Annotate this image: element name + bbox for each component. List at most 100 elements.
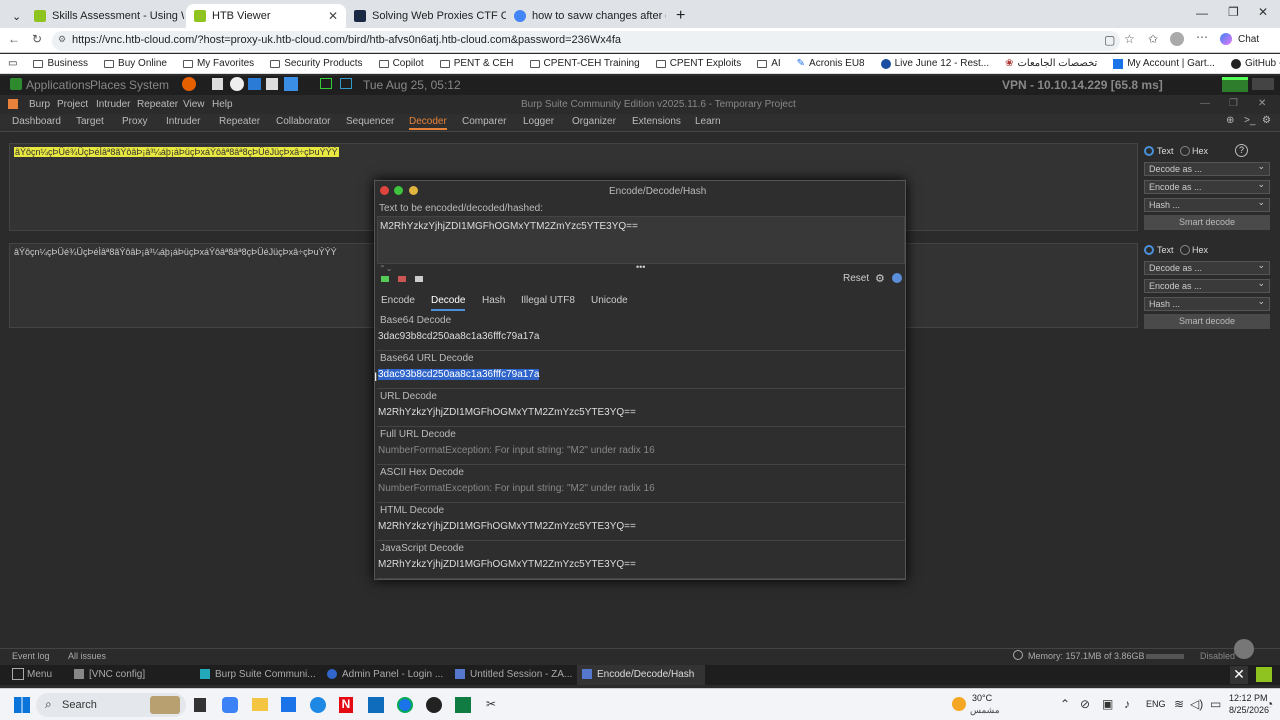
tray-icon[interactable]: ▣ [1102, 697, 1113, 711]
reset-button[interactable]: Reset [843, 273, 869, 284]
encode-as-select[interactable]: Encode as ... [1144, 278, 1270, 293]
bookmark-item[interactable]: GitHub - Sentinel9... [1223, 58, 1280, 69]
encode-as-select[interactable]: Encode as ... [1144, 179, 1270, 194]
decoder-output-text[interactable]: âÝôçn¼çÞÜé¾ÜçÞéÌâª8ãÝôâÞ¡â³¼áþ¡áÞüçÞxáÝô… [14, 247, 337, 257]
decode-result-value[interactable]: 3dac93b8cd250aa8c1a36fffc79a17a [378, 331, 539, 342]
import-icon[interactable] [381, 276, 389, 282]
taskbar-item[interactable]: [VNC config] [89, 669, 145, 680]
editor-icon[interactable] [212, 78, 223, 90]
copilot-icon[interactable] [1220, 33, 1232, 45]
all-issues-link[interactable]: All issues [68, 651, 106, 661]
chat-label[interactable]: Chat [1238, 34, 1259, 45]
bookmark-item[interactable]: Business [25, 58, 96, 69]
maximize-icon[interactable]: ❐ [1229, 98, 1238, 109]
bookmark-item[interactable]: CPENT Exploits [648, 58, 750, 69]
app-icon[interactable] [266, 78, 278, 90]
hash-select[interactable]: Hash ... [1144, 296, 1270, 311]
hex-radio[interactable] [1180, 146, 1190, 156]
minimize-icon[interactable]: — [1200, 98, 1210, 109]
vscode-icon[interactable] [248, 78, 261, 90]
bookmark-item[interactable]: CPENT-CEH Training [522, 58, 648, 69]
tab-repeater[interactable]: Repeater [219, 116, 260, 127]
gear-icon[interactable]: ⚙ [875, 272, 885, 285]
more-options-icon[interactable]: ⋯ [1196, 30, 1208, 44]
export-icon[interactable] [398, 276, 406, 282]
ai-status[interactable]: Disabled [1200, 651, 1235, 661]
decode-result-value[interactable]: M2RhYzkzYjhjZDI1MGFhOGMxYTM2ZmYzc5YTE3YQ… [378, 559, 636, 570]
new-tab-button[interactable]: + [668, 4, 688, 28]
decoder-input-text[interactable]: âÝôçn¼çÞÜé¾ÜçÞéÌâª8ãÝôâÞ¡â³¼áþ¡áÞüçÞxáÝô… [14, 147, 339, 157]
taskbar-item[interactable]: Burp Suite Communi... [215, 669, 316, 680]
floating-button[interactable] [1234, 639, 1254, 659]
clock-date[interactable]: 8/25/2026 [1229, 705, 1269, 715]
tab-dashboard[interactable]: Dashboard [12, 116, 61, 127]
decode-result-value[interactable]: M2RhYzkzYjhjZDI1MGFhOGMxYTM2ZmYzc5YTE3YQ… [378, 521, 636, 532]
tab-illegal-utf8[interactable]: Illegal UTF8 [521, 295, 575, 306]
tab-logger[interactable]: Logger [523, 116, 554, 127]
smart-decode-button[interactable]: Smart decode [1144, 215, 1270, 230]
browser-tab[interactable]: Solving Web Proxies CTF Challeng...✕ [346, 4, 506, 28]
battery-icon[interactable]: ▭ [1210, 697, 1221, 711]
tab-encode[interactable]: Encode [381, 295, 415, 306]
menu-repeater[interactable]: Repeater [137, 99, 178, 110]
decode-result-value[interactable]: M2RhYzkzYjhjZDI1MGFhOGMxYTM2ZmYzc5YTE3YQ… [378, 407, 636, 418]
reload-icon[interactable]: ↻ [32, 32, 42, 46]
menu-view[interactable]: View [183, 99, 205, 110]
tab-collaborator[interactable]: Collaborator [276, 116, 330, 127]
maximize-icon[interactable] [394, 186, 403, 195]
browser-tab-active[interactable]: HTB Viewer ✕ [186, 4, 346, 28]
bookmark-item[interactable]: AI [749, 58, 788, 69]
tab-sequencer[interactable]: Sequencer [346, 116, 394, 127]
hash-select[interactable]: Hash ... [1144, 197, 1270, 212]
windows-start-icon[interactable] [14, 697, 30, 713]
network-off-icon[interactable]: ⊘ [1080, 697, 1090, 711]
terminal-prompt-icon[interactable]: >_ [1244, 115, 1255, 126]
store-icon[interactable] [281, 697, 296, 712]
chevron-up-icon[interactable]: ⌃ [1060, 697, 1070, 711]
taskbar-item-active[interactable]: Encode/Decode/Hash [597, 669, 694, 680]
smart-decode-button[interactable]: Smart decode [1144, 314, 1270, 329]
globe-icon[interactable]: ⊕ [1226, 115, 1234, 126]
star-icon[interactable]: ☆ [1124, 32, 1135, 46]
chrome-icon[interactable] [397, 697, 413, 713]
tab-search-icon[interactable]: ▢ [1104, 33, 1115, 47]
minimize-icon[interactable]: — [1196, 6, 1208, 20]
menu-project[interactable]: Project [57, 99, 88, 110]
snipping-tool-icon[interactable]: ✂ [486, 697, 500, 711]
edge-icon[interactable] [310, 697, 326, 713]
input-textarea[interactable]: M2RhYzkzYjhjZDI1MGFhOGMxYTM2ZmYzc5YTE3YQ… [377, 216, 905, 264]
tab-intruder[interactable]: Intruder [166, 116, 200, 127]
terminal-icon[interactable] [320, 78, 332, 89]
microphone-icon[interactable]: ♪ [1124, 697, 1130, 711]
language-indicator[interactable]: ENG [1146, 699, 1166, 709]
help-icon[interactable] [892, 273, 902, 283]
decode-as-select[interactable]: Decode as ... [1144, 161, 1270, 176]
tab-unicode[interactable]: Unicode [591, 295, 628, 306]
back-arrow-icon[interactable]: ← [8, 32, 20, 46]
close-icon[interactable]: ✕ [1230, 666, 1248, 684]
tab-proxy[interactable]: Proxy [122, 116, 148, 127]
menu-help[interactable]: Help [212, 99, 233, 110]
tab-hash[interactable]: Hash [482, 295, 505, 306]
volume-icon[interactable]: ◁) [1190, 697, 1203, 711]
reading-mode-icon[interactable]: ▭ [0, 58, 25, 69]
bookmark-item[interactable]: Copilot [371, 58, 432, 69]
menu-button[interactable]: Menu [27, 669, 52, 680]
tab-list-button[interactable]: ⌄ [4, 4, 24, 28]
gear-icon[interactable]: ⚙ [1262, 115, 1271, 126]
tab-target[interactable]: Target [76, 116, 104, 127]
bookmark-item[interactable]: Buy Online [96, 58, 175, 69]
tab-learn[interactable]: Learn [695, 116, 721, 127]
url-input[interactable]: ⚙ https://vnc.htb-cloud.com/?host=proxy-u… [52, 31, 1120, 51]
event-log-link[interactable]: Event log [12, 651, 50, 661]
hex-radio[interactable] [1180, 245, 1190, 255]
clock-time[interactable]: 12:12 PM [1229, 693, 1268, 703]
github-desktop-icon[interactable] [426, 697, 442, 713]
text-radio[interactable] [1144, 245, 1154, 255]
firefox-icon[interactable] [182, 77, 196, 91]
copilot-icon[interactable] [222, 697, 238, 713]
tab-decoder[interactable]: Decoder [409, 116, 447, 130]
copy-icon[interactable] [415, 276, 423, 282]
bookmark-item[interactable]: Live June 12 - Rest... [873, 58, 998, 69]
favorites-icon[interactable]: ✩ [1148, 32, 1158, 46]
